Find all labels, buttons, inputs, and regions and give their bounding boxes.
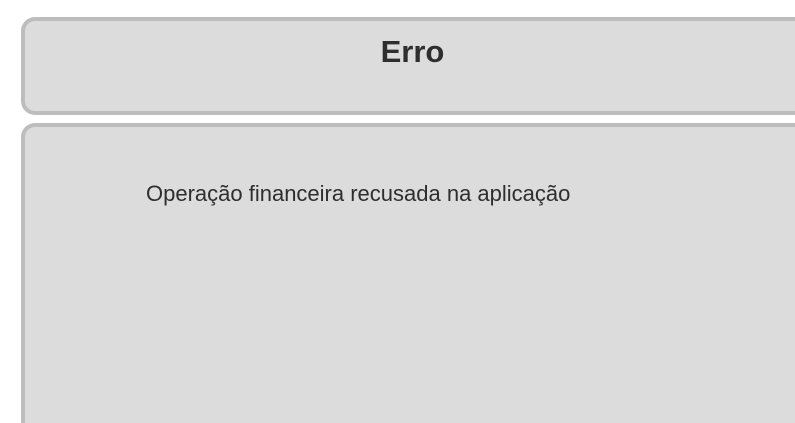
dialog-title: Erro (380, 34, 445, 69)
error-message: Operação financeira recusada na aplicaçã… (146, 181, 571, 206)
dialog-body (21, 123, 795, 423)
